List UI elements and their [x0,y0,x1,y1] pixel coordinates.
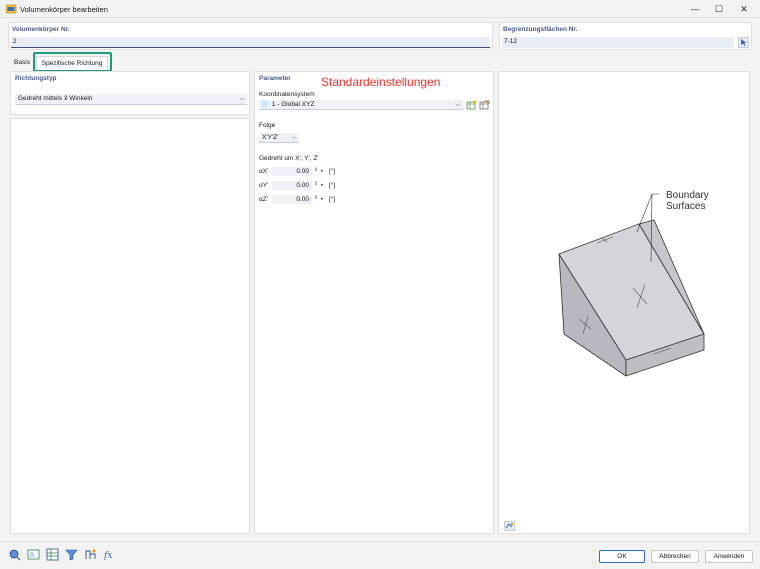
coordinate-system-value: 1 - Global XYZ [271,101,315,108]
angle-x-input[interactable]: 0.00 [272,167,312,176]
svg-text:fx: fx [103,551,112,561]
angle-y-unit: [°] [329,182,336,189]
callout-line-1: Boundary [666,190,709,201]
title-bar [0,0,760,18]
angle-z-menu-arrow-icon[interactable]: ▸ [321,196,324,202]
angle-x-unit: [°] [329,168,336,175]
callout-line-2: Surfaces [666,201,706,212]
solid-number-panel: Volumenkörper Nr. 2 [8,22,493,50]
angle-y-menu-arrow-icon[interactable]: ▸ [321,182,324,188]
chevron-down-icon: ⌵ [239,96,244,102]
chevron-down-icon: ⌵ [455,102,460,108]
preview-settings-icon[interactable] [504,521,515,531]
angle-x-menu-arrow-icon[interactable]: ▸ [321,168,324,174]
close-button[interactable]: ✕ [733,2,755,16]
sequence-label: Folge [259,122,276,129]
solid-wedge-illustration [558,193,705,377]
coordinate-system-label: Koordinatensystem [259,91,315,98]
solid-number-input[interactable]: 2 [11,37,490,48]
angle-y-spinner[interactable]: ⇕ [314,181,318,187]
select-surfaces-icon[interactable] [738,37,749,48]
angle-x-spinner[interactable]: ⇕ [314,167,318,173]
new-coordinate-system-icon[interactable] [466,100,477,110]
angle-z-spinner[interactable]: ⇕ [314,195,318,201]
sequence-dropdown[interactable]: X'Y'Z' ⌵ [259,133,299,143]
svg-text:0.: 0. [30,552,36,559]
preview-panel: Boundary Surfaces [498,71,750,534]
maximize-button[interactable]: ☐ [708,2,730,16]
edit-coordinate-system-icon[interactable] [479,100,490,110]
apply-button[interactable]: Anwenden [705,550,753,563]
tab-highlight-frame [33,52,112,72]
tab-basis[interactable]: Basis [10,56,34,70]
angle-row-y: αY' 0.00 ⇕ ▸ [°] [259,181,359,191]
angle-y-input[interactable]: 0.00 [272,181,312,190]
sequence-value: X'Y'Z' [262,134,279,141]
left-empty-panel [10,118,250,534]
minimize-button[interactable]: — [684,2,706,16]
angle-x-symbol: αX' [259,168,269,175]
numbering-icon[interactable]: 0. [27,548,40,561]
app-icon [6,4,17,14]
coordinate-system-color-swatch [262,101,267,107]
standard-settings-note: Standardeinstellungen [321,75,441,89]
angle-row-z: αZ' 0.00 ⇕ ▸ [°] [259,195,359,205]
boundary-surfaces-callout: Boundary Surfaces [666,190,709,212]
rotated-about-label: Gedreht um X', Y', Z' [259,155,319,162]
ok-button[interactable]: OK [599,550,645,563]
parameters-panel: Parameter Standardeinstellungen Koordina… [254,71,494,534]
direction-type-panel: Richtungstyp Gedreht mittels 3 Winkeln ⌵ [10,71,250,115]
direction-type-dropdown[interactable]: Gedreht mittels 3 Winkeln ⌵ [15,94,247,105]
cancel-button[interactable]: Abbrechen [651,550,699,563]
window-title: Volumenkörper bearbeiten [20,5,108,14]
coordinate-system-dropdown[interactable]: 1 - Global XYZ ⌵ [259,100,463,110]
table-icon[interactable] [46,548,59,561]
search-icon[interactable] [8,548,21,561]
boundary-surfaces-panel: Begrenzungsflächen Nr. 7-12 [499,22,752,50]
footer-divider [0,541,760,542]
boundary-surfaces-input[interactable]: 7-12 [502,37,734,48]
angle-z-input[interactable]: 0.00 [272,195,312,204]
formula-icon[interactable]: fx [103,548,116,561]
direction-type-value: Gedreht mittels 3 Winkeln [18,95,93,102]
boundary-surfaces-label: Begrenzungsflächen Nr. [503,26,578,33]
angle-y-symbol: αY' [259,182,269,189]
chevron-down-icon: ⌵ [291,135,296,141]
angle-row-x: αX' 0.00 ⇕ ▸ [°] [259,167,359,177]
solid-number-label: Volumenkörper Nr. [12,26,70,33]
angle-z-symbol: αZ' [259,196,268,203]
angle-z-unit: [°] [329,196,336,203]
structure-icon[interactable] [84,548,97,561]
parameters-title: Parameter [259,75,291,82]
direction-type-title: Richtungstyp [15,75,57,82]
filter-icon[interactable] [65,548,78,561]
